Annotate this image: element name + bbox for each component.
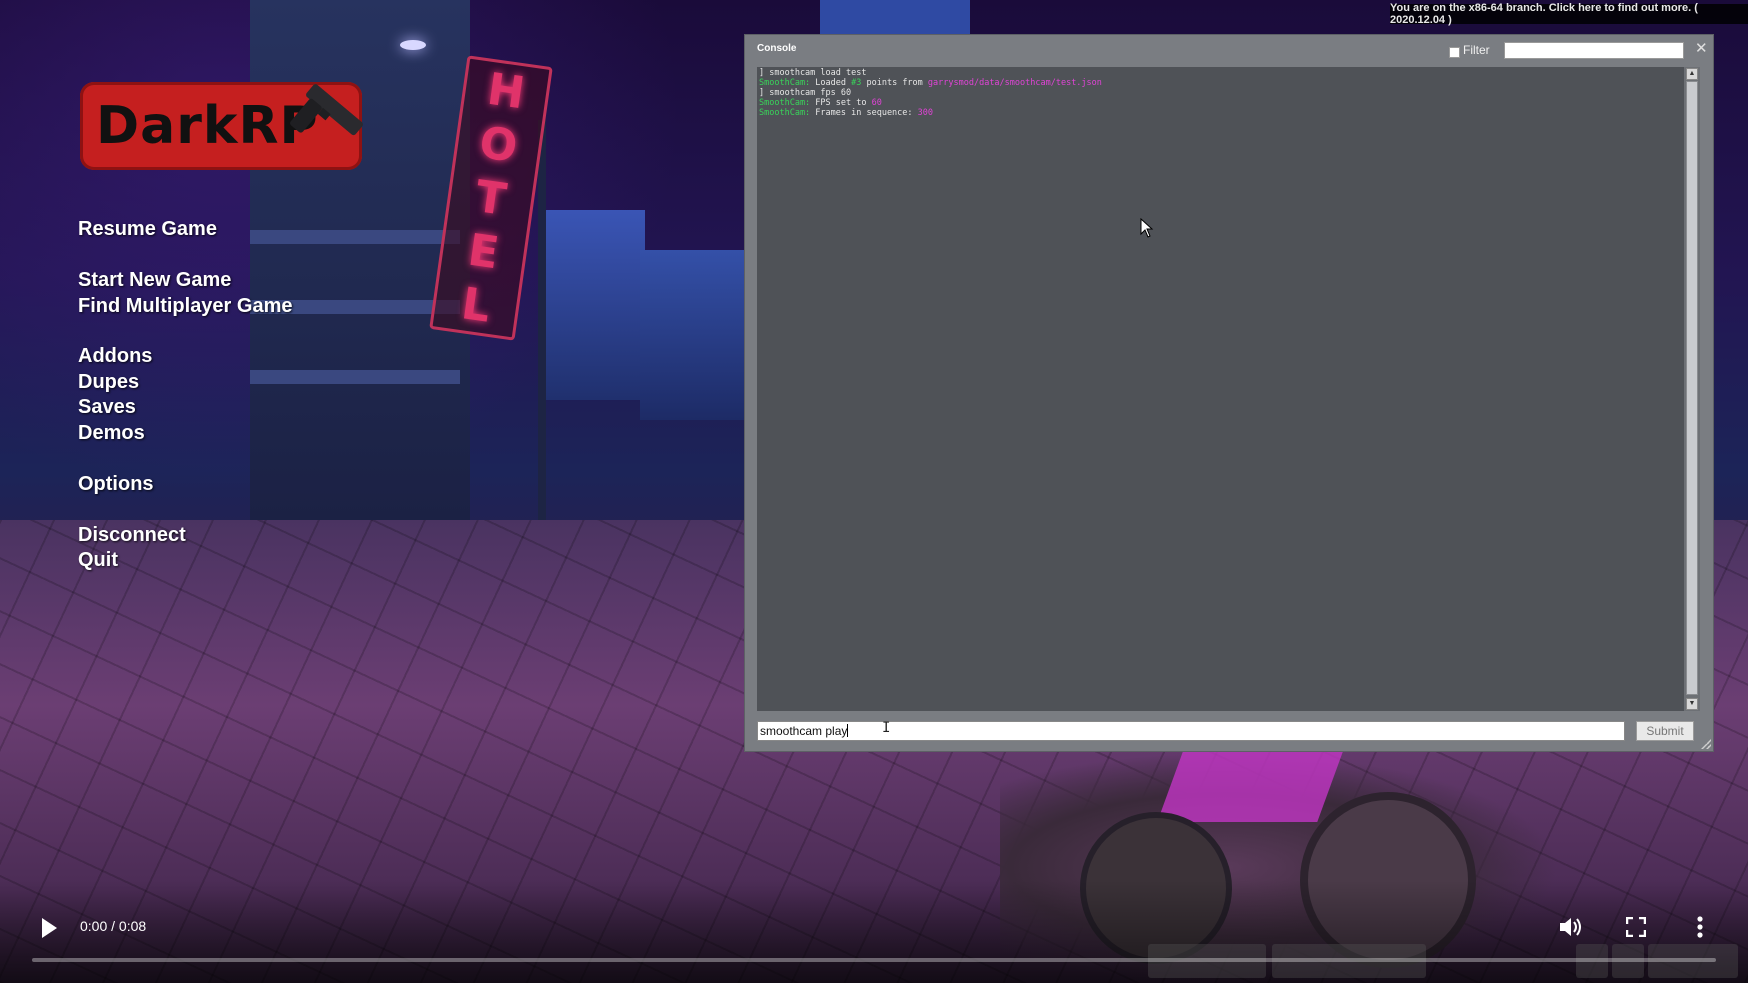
fullscreen-icon[interactable] [1626,917,1646,937]
menu-find-multiplayer-game[interactable]: Find Multiplayer Game [78,295,292,318]
player-controls-backdrop [0,880,1748,983]
console-line: SmoothCam: Frames in sequence: 300 [759,108,1682,118]
menu-quit[interactable]: Quit [78,549,118,572]
console-line-segment: Frames in sequence: [815,108,918,118]
video-time: 0:00 / 0:08 [80,918,147,934]
console-line-segment: FPS set to [815,98,872,108]
volume-icon[interactable] [1558,915,1584,939]
pistol-icon [290,84,363,136]
console-scrollbar[interactable]: ▲ ▼ [1684,67,1700,711]
console-line-segment: Loaded [815,78,852,88]
command-text: smoothcam play [760,724,848,738]
menu-resume-game[interactable]: Resume Game [78,218,217,241]
console-line-segment: #3 [851,78,862,88]
scroll-down-arrow-icon[interactable]: ▼ [1686,698,1698,710]
menu-options[interactable]: Options [78,473,154,496]
close-icon[interactable]: ✕ [1695,39,1708,57]
background-building [545,210,645,400]
scroll-up-arrow-icon[interactable]: ▲ [1686,68,1698,80]
menu-addons[interactable]: Addons [78,345,152,368]
background-building [640,250,750,420]
console-line-segment: points from [861,78,928,88]
branch-notice-banner[interactable]: You are on the x86-64 branch. Click here… [1390,2,1748,26]
console-line-segment: garrysmod/data/smoothcam/test.json [927,78,1102,88]
play-icon[interactable] [42,918,57,938]
console-line-segment: ] smoothcam load test [759,68,867,78]
console-window: Console Filter ✕ ] smoothcam load test Sm… [744,34,1714,752]
menu-saves[interactable]: Saves [78,396,136,419]
balcony [250,370,460,384]
console-line-segment: SmoothCam: [759,98,816,108]
console-line-segment: SmoothCam: [759,78,816,88]
menu-demos[interactable]: Demos [78,422,145,445]
submit-button[interactable]: Submit [1636,721,1694,741]
console-line-segment: ] smoothcam fps 60 [759,88,852,98]
menu-start-new-game[interactable]: Start New Game [78,269,231,292]
street-pole [538,120,546,540]
console-output: ] smoothcam load test SmoothCam: Loaded #… [757,67,1684,711]
street-lamp [400,40,426,50]
filter-label: Filter [1463,43,1490,57]
filter-input[interactable] [1504,42,1684,59]
text-caret [847,724,849,737]
console-line: ] smoothcam load test [759,68,1682,78]
video-progress-bar[interactable] [32,958,1716,962]
console-line-segment: 300 [917,108,934,118]
scroll-thumb[interactable] [1686,81,1698,695]
text-cursor-icon: I [882,720,891,736]
mouse-cursor-icon [1140,218,1154,238]
console-line-segment: 60 [871,98,882,108]
more-vertical-icon[interactable] [1696,916,1704,938]
console-line: ] smoothcam fps 60 [759,88,1682,98]
logo-text: DarkRP [96,96,319,156]
console-title: Console [757,43,797,54]
balcony [250,230,460,244]
filter-checkbox[interactable] [1449,47,1460,58]
console-line-segment: SmoothCam: [759,108,816,118]
console-line: SmoothCam: FPS set to 60 [759,98,1682,108]
menu-dupes[interactable]: Dupes [78,371,139,394]
menu-disconnect[interactable]: Disconnect [78,524,186,547]
resize-grip[interactable] [1701,739,1711,749]
console-line: SmoothCam: Loaded #3 points from garrysm… [759,78,1682,88]
